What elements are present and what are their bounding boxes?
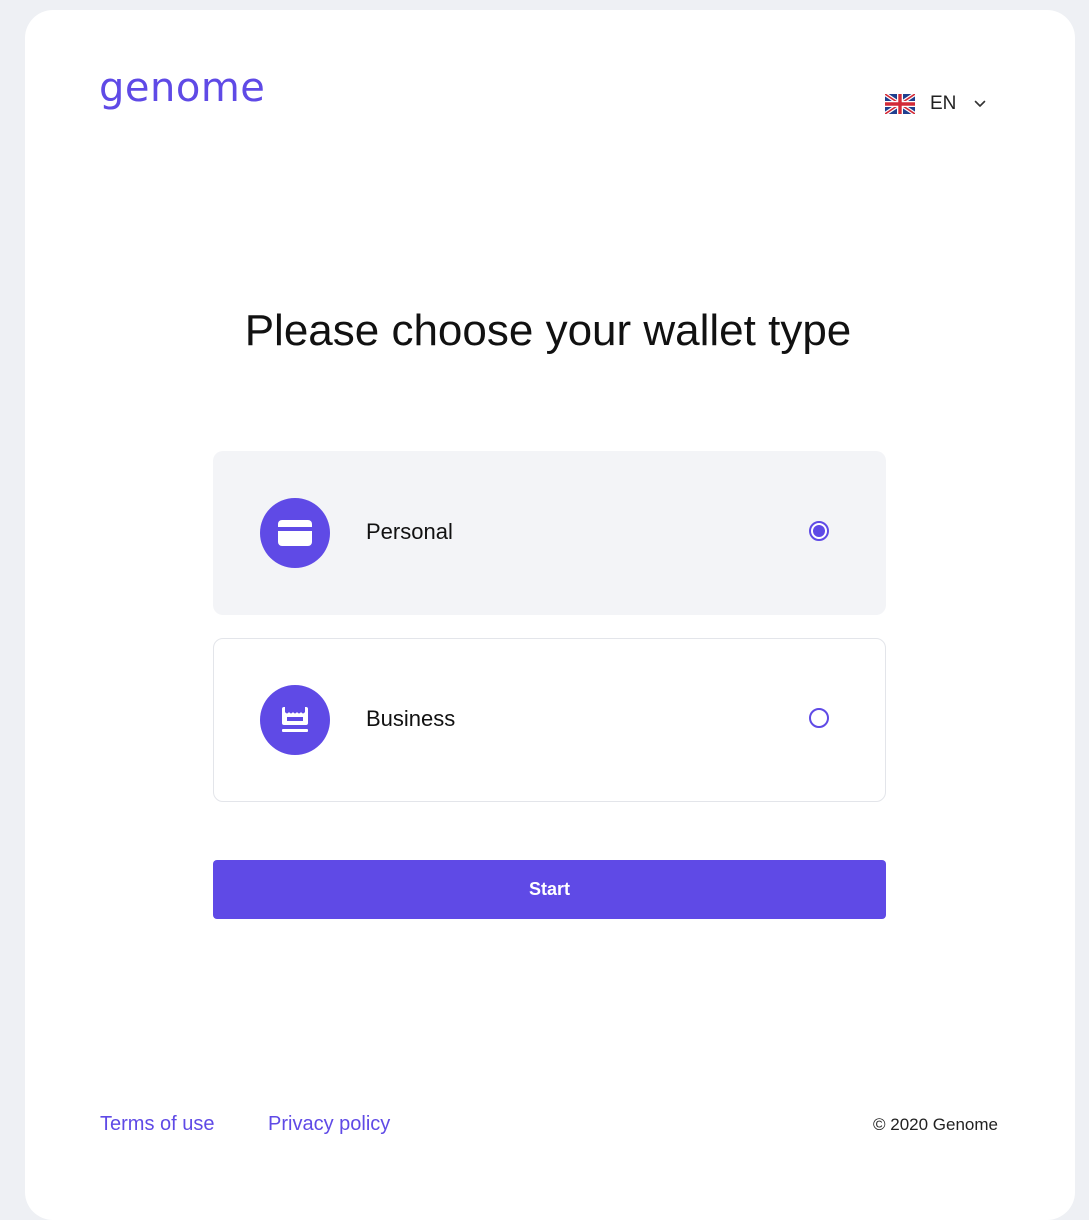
wallet-option-business[interactable]: Business (213, 638, 886, 802)
storefront-icon (260, 685, 330, 755)
uk-flag-icon (885, 94, 915, 114)
personal-radio[interactable] (809, 521, 829, 541)
terms-of-use-link[interactable]: Terms of use (100, 1113, 214, 1136)
chevron-down-icon (975, 100, 986, 107)
copyright-text: © 2020 Genome (873, 1115, 998, 1134)
wallet-option-personal[interactable]: Personal (213, 451, 886, 615)
wallet-option-label: Personal (366, 519, 453, 544)
start-button[interactable]: Start (213, 860, 886, 919)
wallet-type-card: genome EN Please choose your wallet type… (25, 10, 1075, 1220)
genome-logo: genome (99, 65, 266, 111)
radio-selected-dot (813, 525, 825, 537)
language-code: EN (930, 93, 957, 114)
page-title: Please choose your wallet type (244, 306, 852, 355)
privacy-policy-link[interactable]: Privacy policy (268, 1113, 390, 1136)
language-selector[interactable]: EN (885, 92, 986, 116)
business-radio[interactable] (809, 708, 829, 728)
wallet-option-label: Business (366, 706, 456, 731)
card-icon (260, 498, 330, 568)
